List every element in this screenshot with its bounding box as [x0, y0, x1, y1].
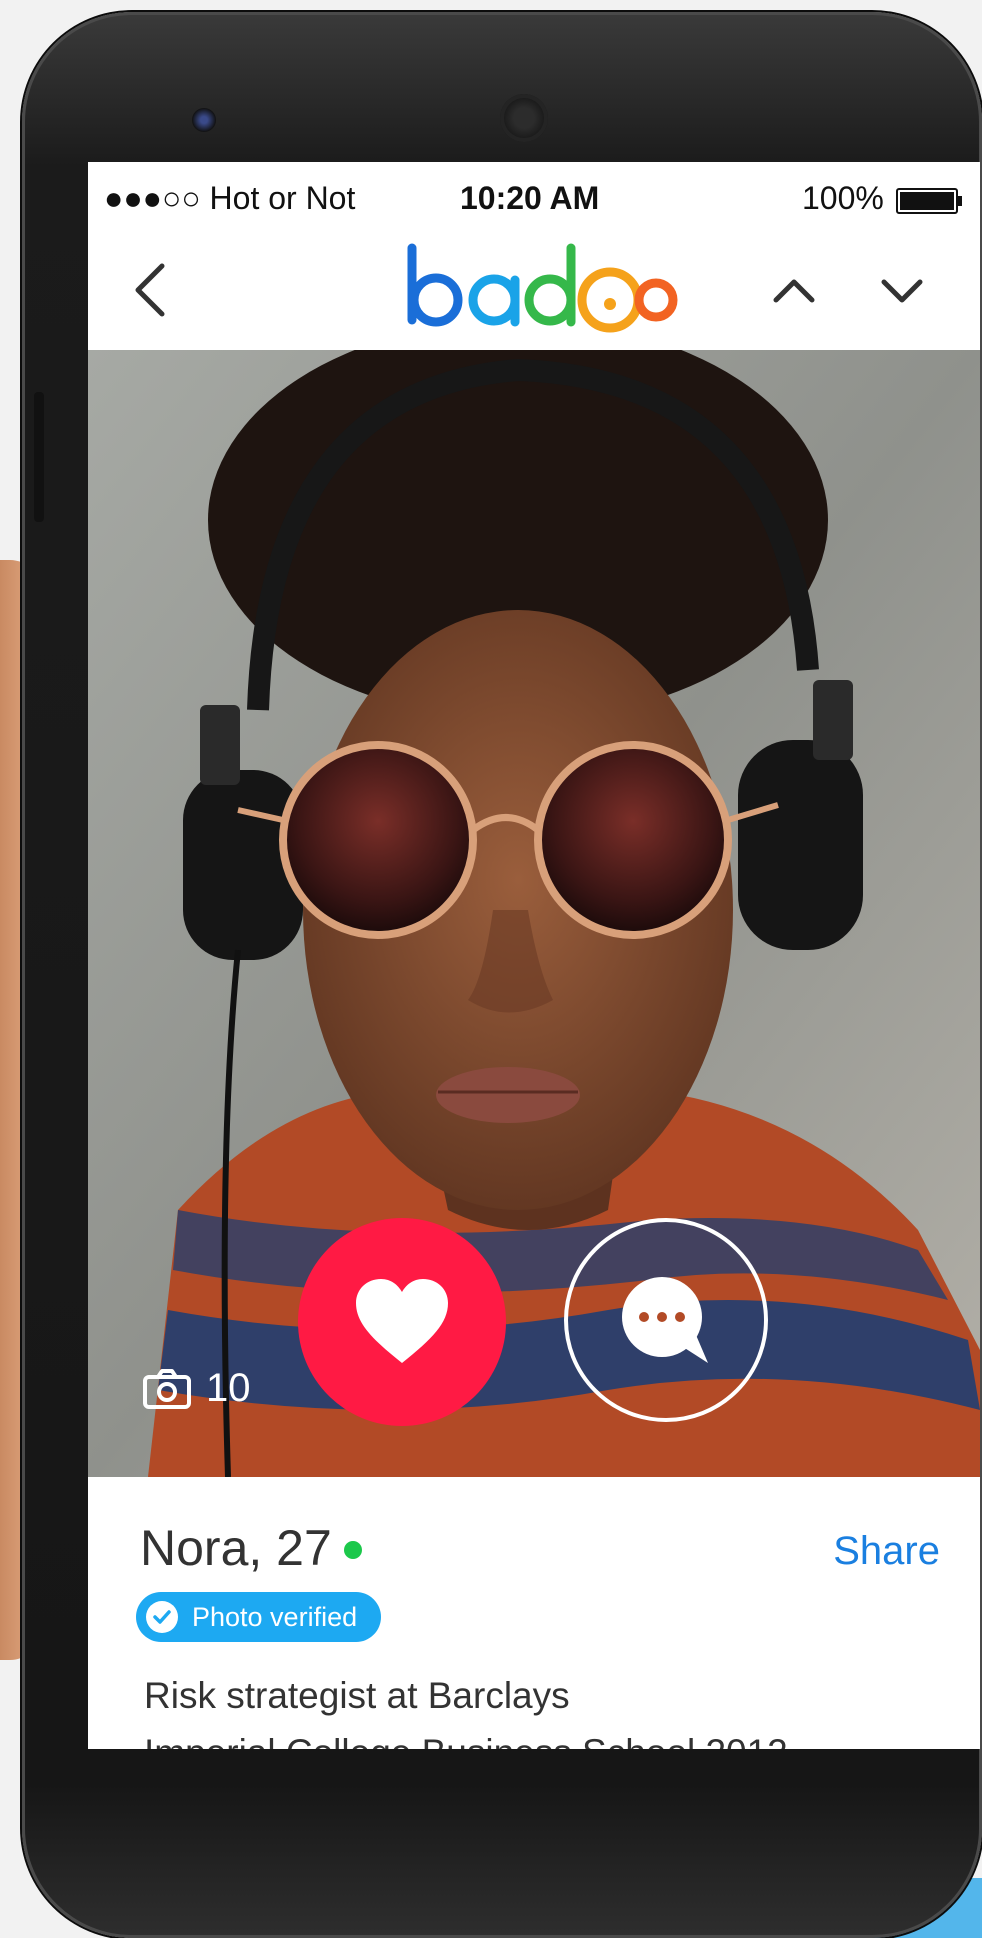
top-nav-bar [88, 230, 980, 350]
status-bar: ●●●○○ Hot or Not 10:20 AM 100% [88, 162, 980, 230]
profile-photo-image [88, 350, 980, 1477]
profile-name-age: Nora, 27 [140, 1520, 332, 1576]
profile-job: Risk strategist at Barclays [144, 1675, 570, 1716]
like-button[interactable] [298, 1218, 506, 1426]
online-status-dot [344, 1541, 362, 1559]
carrier-label: ●●●○○ Hot or Not [104, 180, 356, 216]
profile-info: Nora, 27 Share Photo verified Risk strat… [88, 1477, 980, 1749]
chat-button[interactable] [564, 1218, 768, 1422]
photo-verified-badge[interactable]: Photo verified [136, 1592, 382, 1642]
badoo-logo [407, 243, 678, 333]
chevron-left-icon [135, 263, 165, 317]
chevron-up-icon [773, 279, 815, 303]
photo-count[interactable]: 10 [142, 1366, 251, 1411]
previous-profile-button[interactable] [764, 260, 824, 320]
profile-photo[interactable]: 10 [88, 350, 980, 1477]
camera-icon [143, 1368, 191, 1409]
chevron-down-icon [881, 279, 923, 303]
share-link[interactable]: Share [833, 1529, 940, 1574]
phone-side-button [34, 392, 44, 522]
next-profile-button[interactable] [872, 260, 932, 320]
app-screen: ●●●○○ Hot or Not 10:20 AM 100% 10 Nora, … [88, 162, 980, 1749]
battery-icon [896, 188, 962, 214]
checkmark-icon [146, 1601, 178, 1633]
back-button[interactable] [124, 260, 184, 320]
profile-school: Imperial College Business School 2012 [144, 1732, 788, 1749]
heart-icon [356, 1279, 448, 1363]
front-camera [192, 108, 216, 132]
phone-earpiece [500, 94, 548, 142]
photo-count-value: 10 [206, 1366, 251, 1410]
chat-bubble-icon [622, 1277, 708, 1363]
battery-percent: 100% [802, 180, 884, 216]
status-time: 10:20 AM [460, 180, 600, 216]
phone-frame: ●●●○○ Hot or Not 10:20 AM 100% 10 Nora, … [22, 12, 982, 1938]
photo-verified-label: Photo verified [192, 1601, 358, 1632]
